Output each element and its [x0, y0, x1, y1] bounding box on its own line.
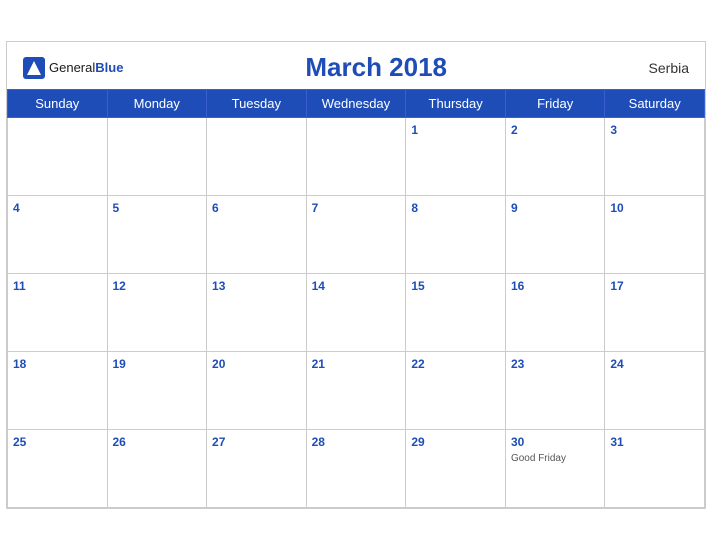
day-number: 27 — [212, 435, 225, 449]
calendar-cell: 18 — [8, 352, 108, 430]
calendar-cell — [107, 118, 207, 196]
calendar-cell: 29 — [406, 430, 506, 508]
day-number: 28 — [312, 435, 325, 449]
country-label: Serbia — [629, 60, 689, 76]
calendar-cell: 24 — [605, 352, 705, 430]
day-number: 10 — [610, 201, 623, 215]
calendar-cell: 23 — [505, 352, 604, 430]
calendar-week-row: 25 26 27 28 29 30 Good Friday 31 — [8, 430, 705, 508]
day-number: 11 — [13, 279, 26, 293]
day-number: 29 — [411, 435, 424, 449]
day-number: 30 — [511, 435, 524, 449]
calendar-cell: 30 Good Friday — [505, 430, 604, 508]
calendar-cell: 5 — [107, 196, 207, 274]
day-number: 31 — [610, 435, 623, 449]
calendar-cell: 22 — [406, 352, 506, 430]
day-number: 6 — [212, 201, 219, 215]
day-number: 18 — [13, 357, 26, 371]
calendar-cell: 21 — [306, 352, 406, 430]
day-number: 16 — [511, 279, 524, 293]
calendar-cell: 31 — [605, 430, 705, 508]
calendar-week-row: 18 19 20 21 22 23 24 — [8, 352, 705, 430]
calendar-cell: 19 — [107, 352, 207, 430]
day-number: 19 — [113, 357, 126, 371]
calendar-cell: 2 — [505, 118, 604, 196]
day-number: 23 — [511, 357, 524, 371]
weekday-header-sunday: Sunday — [8, 90, 108, 118]
day-number: 2 — [511, 123, 518, 137]
logo-general-text: GeneralBlue — [49, 59, 123, 77]
calendar-cell: 10 — [605, 196, 705, 274]
day-number: 21 — [312, 357, 325, 371]
calendar-cell: 9 — [505, 196, 604, 274]
day-number: 15 — [411, 279, 424, 293]
day-number: 8 — [411, 201, 418, 215]
day-number: 5 — [113, 201, 120, 215]
weekday-header-wednesday: Wednesday — [306, 90, 406, 118]
calendar-cell: 14 — [306, 274, 406, 352]
calendar-cell: 25 — [8, 430, 108, 508]
day-number: 3 — [610, 123, 617, 137]
calendar-cell — [207, 118, 307, 196]
holiday-label: Good Friday — [511, 453, 599, 464]
weekday-header-row: SundayMondayTuesdayWednesdayThursdayFrid… — [8, 90, 705, 118]
day-number: 20 — [212, 357, 225, 371]
calendar-cell: 6 — [207, 196, 307, 274]
weekday-header-friday: Friday — [505, 90, 604, 118]
calendar-title: March 2018 — [123, 52, 629, 83]
calendar-cell: 15 — [406, 274, 506, 352]
calendar-cell — [8, 118, 108, 196]
weekday-header-saturday: Saturday — [605, 90, 705, 118]
day-number: 12 — [113, 279, 126, 293]
calendar-cell: 13 — [207, 274, 307, 352]
calendar-week-row: 1 2 3 — [8, 118, 705, 196]
calendar-cell: 16 — [505, 274, 604, 352]
calendar-cell: 4 — [8, 196, 108, 274]
calendar-grid: SundayMondayTuesdayWednesdayThursdayFrid… — [7, 89, 705, 508]
weekday-header-thursday: Thursday — [406, 90, 506, 118]
day-number: 26 — [113, 435, 126, 449]
calendar-week-row: 4 5 6 7 8 9 10 — [8, 196, 705, 274]
calendar-cell: 11 — [8, 274, 108, 352]
weekday-header-monday: Monday — [107, 90, 207, 118]
day-number: 25 — [13, 435, 26, 449]
day-number: 4 — [13, 201, 20, 215]
calendar-cell — [306, 118, 406, 196]
day-number: 7 — [312, 201, 319, 215]
logo-area: GeneralBlue — [23, 57, 123, 79]
calendar-week-row: 11 12 13 14 15 16 17 — [8, 274, 705, 352]
calendar-header: GeneralBlue March 2018 Serbia — [7, 42, 705, 89]
day-number: 9 — [511, 201, 518, 215]
calendar-cell: 12 — [107, 274, 207, 352]
calendar-cell: 3 — [605, 118, 705, 196]
calendar-cell: 20 — [207, 352, 307, 430]
calendar-container: GeneralBlue March 2018 Serbia SundayMond… — [6, 41, 706, 509]
calendar-cell: 7 — [306, 196, 406, 274]
calendar-cell: 17 — [605, 274, 705, 352]
day-number: 24 — [610, 357, 623, 371]
day-number: 14 — [312, 279, 325, 293]
day-number: 1 — [411, 123, 418, 137]
day-number: 22 — [411, 357, 424, 371]
weekday-header-tuesday: Tuesday — [207, 90, 307, 118]
generalblue-logo-icon — [23, 57, 45, 79]
day-number: 17 — [610, 279, 623, 293]
calendar-cell: 8 — [406, 196, 506, 274]
calendar-cell: 26 — [107, 430, 207, 508]
calendar-cell: 28 — [306, 430, 406, 508]
calendar-cell: 1 — [406, 118, 506, 196]
calendar-cell: 27 — [207, 430, 307, 508]
day-number: 13 — [212, 279, 225, 293]
